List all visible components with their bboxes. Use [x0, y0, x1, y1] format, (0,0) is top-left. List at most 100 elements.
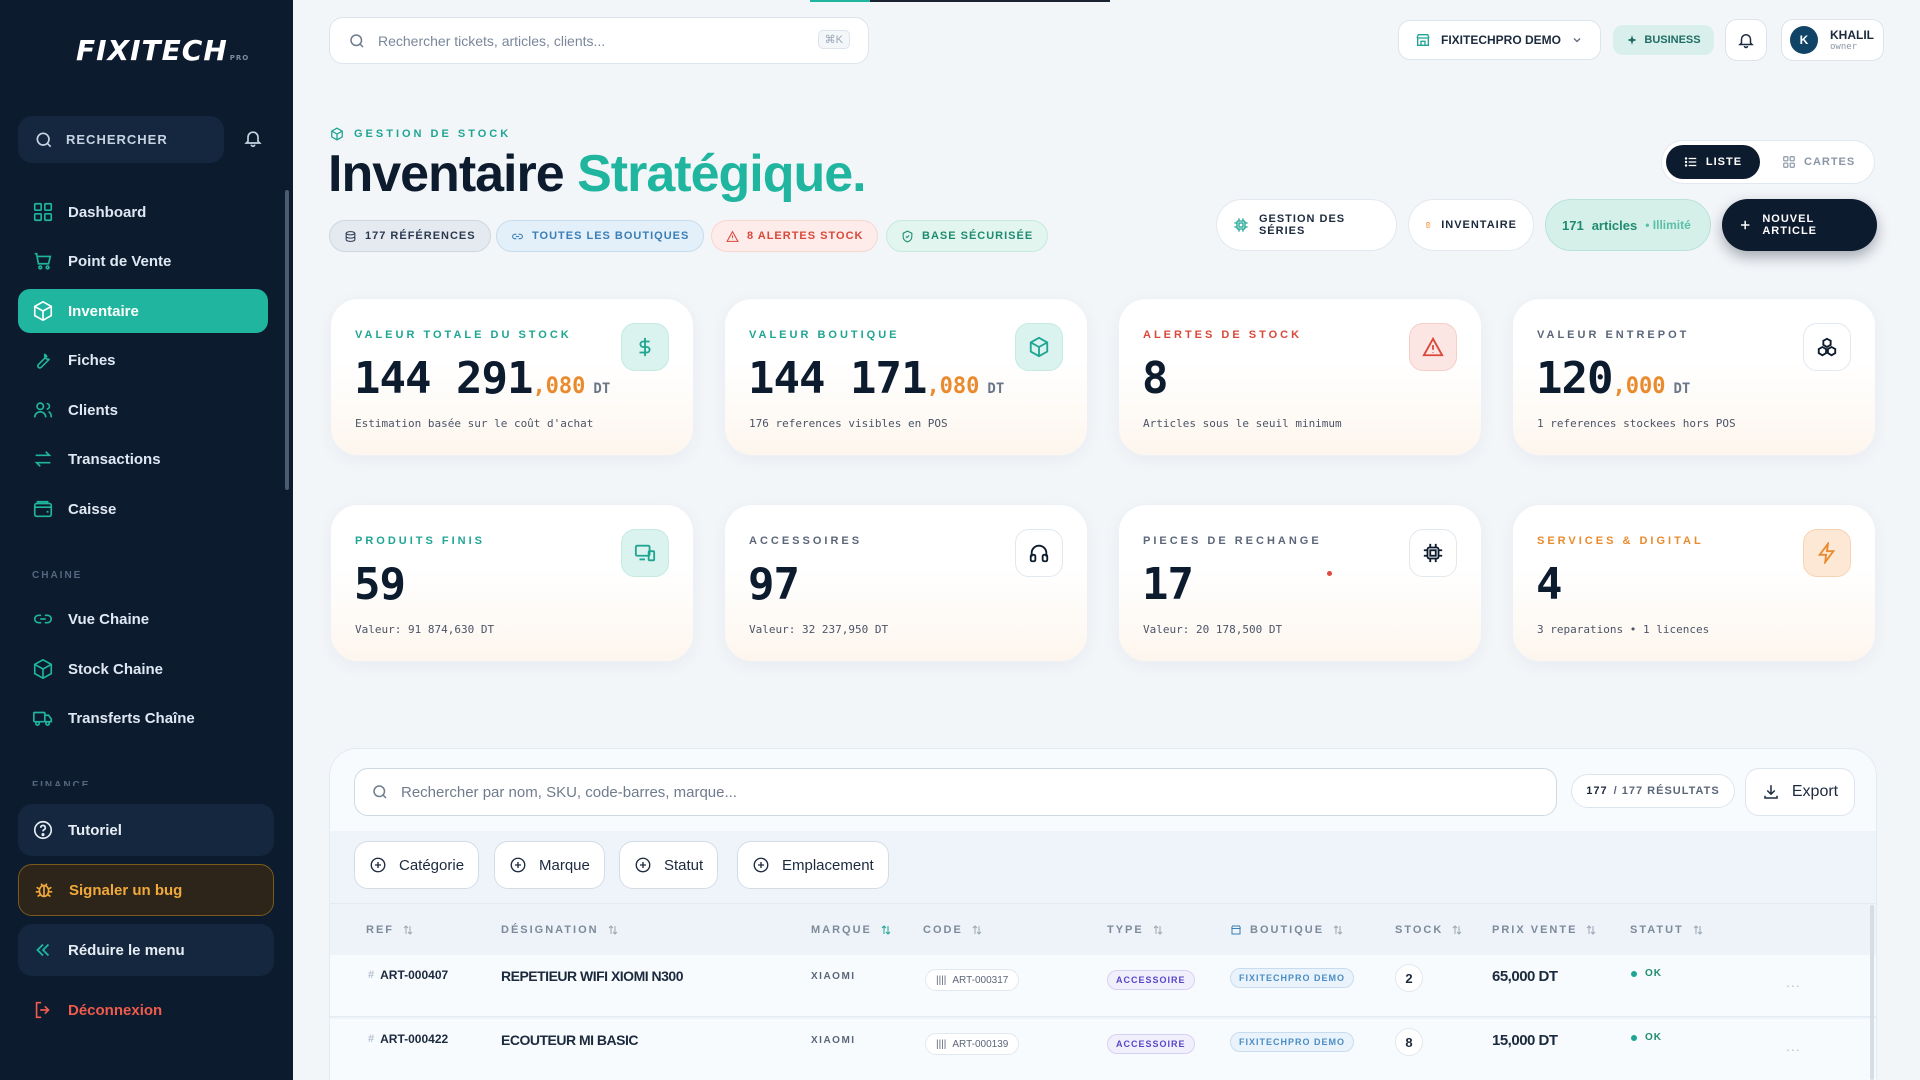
stock-count: 2: [1395, 964, 1423, 992]
dollar-icon: [621, 323, 669, 371]
bell-icon: [244, 131, 262, 148]
logout-button[interactable]: Déconnexion: [18, 984, 274, 1036]
stat-label: SERVICES & DIGITAL: [1537, 535, 1704, 547]
sidebar-item-point-de-vente[interactable]: Point de Vente: [18, 239, 268, 283]
filter-brand[interactable]: Marque: [494, 841, 605, 889]
global-search-input[interactable]: Rechercher tickets, articles, clients...…: [329, 17, 869, 64]
sidebar-item-dashboard[interactable]: Dashboard: [18, 190, 268, 234]
shop-selector[interactable]: FIXITECHPRO DEMO: [1398, 20, 1601, 60]
filter-category[interactable]: Catégorie: [354, 841, 480, 889]
sidebar-scrollbar[interactable]: [285, 190, 289, 490]
view-cards-label: CARTES: [1804, 156, 1856, 168]
secure-chip-label: BASE SÉCURISÉE: [922, 230, 1034, 242]
row-actions-button[interactable]: ...: [1786, 974, 1801, 990]
stat-label: ALERTES DE STOCK: [1143, 329, 1303, 341]
app-logo[interactable]: FIXITECH PRO: [76, 34, 249, 67]
sidebar-item-stock-chaine[interactable]: Stock Chaine: [18, 647, 268, 691]
shops-chip-label: TOUTES LES BOUTIQUES: [532, 230, 690, 242]
warning-icon: [726, 230, 739, 242]
column-header-code[interactable]: CODE: [923, 924, 983, 936]
top-progress-bar: [810, 0, 1110, 2]
row-actions-button[interactable]: ...: [1786, 1038, 1801, 1054]
sidebar-item-fiches[interactable]: Fiches: [18, 338, 268, 382]
column-header-designation[interactable]: DÉSIGNATION: [501, 924, 619, 936]
logout-label: Déconnexion: [68, 1001, 163, 1019]
view-cards-button[interactable]: CARTES: [1782, 145, 1855, 179]
table-search-placeholder: Rechercher par nom, SKU, code-barres, ma…: [401, 783, 737, 801]
sort-icon: [972, 925, 982, 935]
wrench-icon: [37, 353, 51, 369]
export-button[interactable]: Export: [1745, 768, 1855, 816]
stat-value: 59: [354, 559, 406, 610]
store-icon: [1416, 34, 1430, 46]
filter-label: Catégorie: [399, 856, 465, 874]
alerts-chip[interactable]: 8 ALERTES STOCK: [711, 220, 879, 252]
new-article-button[interactable]: NOUVEL ARTICLE: [1722, 199, 1877, 251]
stat-subtitle: 176 references visibles en POS: [749, 417, 948, 430]
table-row[interactable]: [330, 1019, 1876, 1080]
series-button-label: GESTION DES SÉRIES: [1258, 213, 1346, 237]
column-header-type[interactable]: TYPE: [1107, 924, 1164, 936]
stat-card-services-digital: SERVICES & DIGITAL 4 3 reparations • 1 l…: [1512, 504, 1876, 662]
help-icon: [33, 820, 53, 840]
report-bug-button[interactable]: Signaler un bug: [18, 864, 274, 916]
eyebrow-label: GESTION DE STOCK: [354, 128, 512, 140]
sidebar-item-transactions[interactable]: Transactions: [18, 437, 268, 481]
user-menu[interactable]: K KHALIL owner: [1781, 19, 1884, 61]
column-header-ref[interactable]: REF: [366, 924, 414, 936]
sidebar-item-clients[interactable]: Clients: [18, 388, 268, 432]
sidebar-item-label: Transactions: [68, 450, 161, 468]
sidebar-search-button[interactable]: RECHERCHER: [18, 116, 224, 163]
column-header-brand[interactable]: MARQUE: [811, 924, 892, 936]
list-icon: [1684, 157, 1697, 167]
plus-circle-icon: [370, 857, 386, 873]
stat-subtitle: 3 reparations • 1 licences: [1537, 623, 1710, 636]
cell-designation[interactable]: ECOUTEUR MI BASIC: [501, 1032, 638, 1048]
stat-value: 144 171,080 DT: [748, 353, 1005, 404]
sidebar-notifications-button[interactable]: [243, 128, 263, 153]
grid-icon: [33, 202, 53, 222]
sort-icon: [881, 925, 891, 935]
filter-location[interactable]: Emplacement: [737, 841, 889, 889]
view-list-button[interactable]: LISTE: [1666, 145, 1760, 179]
column-header-stock[interactable]: STOCK: [1395, 924, 1463, 936]
reduce-menu-button[interactable]: Réduire le menu: [18, 924, 274, 976]
sort-icon: [1452, 925, 1462, 935]
sidebar-item-transferts-chaine[interactable]: Transferts Chaîne: [18, 696, 268, 740]
table-search-input[interactable]: Rechercher par nom, SKU, code-barres, ma…: [354, 768, 1557, 816]
sidebar-item-inventaire[interactable]: Inventaire: [18, 289, 268, 333]
table-row[interactable]: [330, 955, 1876, 1017]
column-header-shop[interactable]: BOUTIQUE: [1230, 924, 1344, 936]
sidebar-item-label: Vue Chaine: [68, 610, 150, 628]
tutorial-button[interactable]: Tutoriel: [18, 804, 274, 856]
swap-icon: [34, 451, 52, 467]
user-role: owner: [1830, 42, 1858, 52]
stat-subtitle: 1 references stockees hors POS: [1537, 417, 1736, 430]
sidebar-section-chaine: CHAINE: [32, 570, 83, 581]
cell-designation[interactable]: REPETIEUR WIFI XIOMI N300: [501, 968, 683, 984]
column-header-status[interactable]: STATUT: [1630, 924, 1704, 936]
column-header-price[interactable]: PRIX VENTE: [1492, 924, 1597, 936]
sidebar-item-label: Dashboard: [68, 203, 147, 221]
series-management-button[interactable]: GESTION DES SÉRIES: [1216, 199, 1397, 251]
store-icon: [1231, 925, 1241, 935]
notifications-button[interactable]: [1725, 19, 1767, 61]
plan-badge[interactable]: BUSINESS: [1613, 25, 1714, 55]
inventory-button[interactable]: INVENTAIRE: [1408, 199, 1534, 251]
stat-card-stock-alerts: ALERTES DE STOCK 8 Articles sous le seui…: [1118, 298, 1482, 456]
sort-icon: [1693, 925, 1703, 935]
shops-chip[interactable]: TOUTES LES BOUTIQUES: [496, 220, 705, 252]
filter-status[interactable]: Statut: [619, 841, 719, 889]
cell-brand: XIAOMI: [811, 1035, 856, 1046]
stat-card-warehouse-value: VALEUR ENTREPOT 120,000 DT 1 references s…: [1512, 298, 1876, 456]
devices-icon: [621, 529, 669, 577]
table-scrollbar[interactable]: [1870, 905, 1874, 1080]
shop-badge: FIXITECHPRO DEMO: [1230, 968, 1355, 988]
bolt-icon: [1803, 529, 1851, 577]
results-shown: 177: [1586, 785, 1608, 797]
users-icon: [33, 402, 53, 418]
sidebar-item-vue-chaine[interactable]: Vue Chaine: [18, 597, 268, 641]
sidebar-item-caisse[interactable]: Caisse: [18, 487, 268, 531]
cell-price: 65,000 DT: [1492, 968, 1558, 985]
stat-card-spare-parts: PIECES DE RECHANGE 17 Valeur: 20 178,500…: [1118, 504, 1482, 662]
